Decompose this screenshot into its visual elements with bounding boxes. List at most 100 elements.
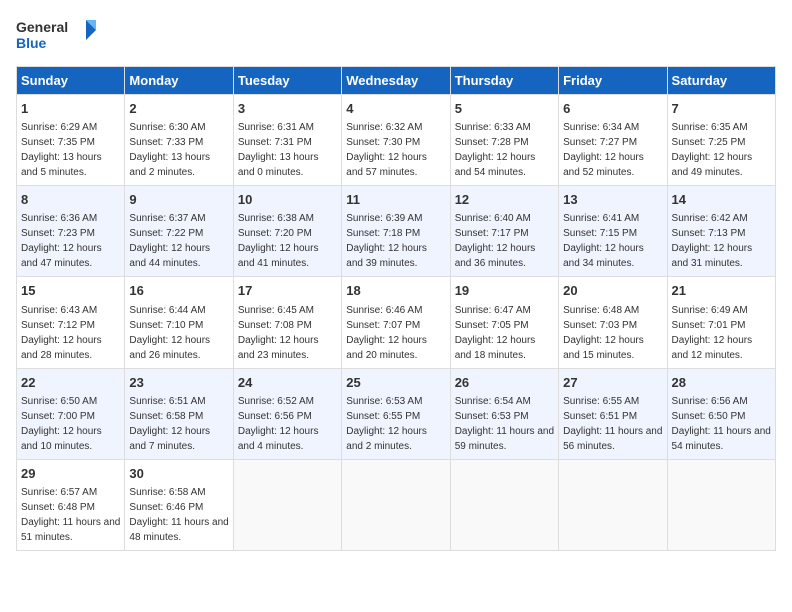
day-number: 9 [129,191,228,209]
cell-sunset: Sunset: 7:27 PM [563,137,637,148]
cell-daylight: Daylight: 12 hours and 47 minutes. [21,243,102,269]
day-number: 23 [129,374,228,392]
day-number: 7 [672,100,771,118]
calendar-table: SundayMondayTuesdayWednesdayThursdayFrid… [16,66,776,551]
calendar-cell: 9Sunrise: 6:37 AMSunset: 7:22 PMDaylight… [125,186,233,277]
cell-sunset: Sunset: 6:51 PM [563,411,637,422]
cell-daylight: Daylight: 11 hours and 59 minutes. [455,426,554,452]
day-number: 1 [21,100,120,118]
cell-daylight: Daylight: 12 hours and 28 minutes. [21,335,102,361]
cell-sunset: Sunset: 7:28 PM [455,137,529,148]
cell-daylight: Daylight: 12 hours and 36 minutes. [455,243,536,269]
cell-sunrise: Sunrise: 6:50 AM [21,396,97,407]
cell-daylight: Daylight: 12 hours and 57 minutes. [346,152,427,178]
week-row-5: 29Sunrise: 6:57 AMSunset: 6:48 PMDayligh… [17,459,776,550]
calendar-cell: 28Sunrise: 6:56 AMSunset: 6:50 PMDayligh… [667,368,775,459]
day-number: 14 [672,191,771,209]
cell-sunset: Sunset: 7:05 PM [455,320,529,331]
cell-daylight: Daylight: 11 hours and 54 minutes. [672,426,771,452]
day-number: 2 [129,100,228,118]
calendar-cell: 10Sunrise: 6:38 AMSunset: 7:20 PMDayligh… [233,186,341,277]
cell-sunrise: Sunrise: 6:33 AM [455,122,531,133]
weekday-header-thursday: Thursday [450,67,558,95]
calendar-cell: 6Sunrise: 6:34 AMSunset: 7:27 PMDaylight… [559,95,667,186]
cell-sunset: Sunset: 6:55 PM [346,411,420,422]
weekday-header-tuesday: Tuesday [233,67,341,95]
cell-sunrise: Sunrise: 6:29 AM [21,122,97,133]
cell-daylight: Daylight: 12 hours and 23 minutes. [238,335,319,361]
day-number: 16 [129,282,228,300]
cell-daylight: Daylight: 12 hours and 15 minutes. [563,335,644,361]
cell-sunrise: Sunrise: 6:48 AM [563,305,639,316]
cell-sunset: Sunset: 7:23 PM [21,228,95,239]
week-row-2: 8Sunrise: 6:36 AMSunset: 7:23 PMDaylight… [17,186,776,277]
calendar-cell: 11Sunrise: 6:39 AMSunset: 7:18 PMDayligh… [342,186,450,277]
cell-sunrise: Sunrise: 6:54 AM [455,396,531,407]
cell-daylight: Daylight: 12 hours and 31 minutes. [672,243,753,269]
cell-sunrise: Sunrise: 6:31 AM [238,122,314,133]
calendar-cell: 7Sunrise: 6:35 AMSunset: 7:25 PMDaylight… [667,95,775,186]
cell-sunset: Sunset: 7:35 PM [21,137,95,148]
day-number: 22 [21,374,120,392]
cell-daylight: Daylight: 12 hours and 12 minutes. [672,335,753,361]
cell-sunrise: Sunrise: 6:36 AM [21,213,97,224]
day-number: 20 [563,282,662,300]
cell-sunrise: Sunrise: 6:55 AM [563,396,639,407]
calendar-cell: 29Sunrise: 6:57 AMSunset: 6:48 PMDayligh… [17,459,125,550]
cell-sunrise: Sunrise: 6:39 AM [346,213,422,224]
calendar-cell [342,459,450,550]
calendar-cell: 8Sunrise: 6:36 AMSunset: 7:23 PMDaylight… [17,186,125,277]
cell-sunrise: Sunrise: 6:35 AM [672,122,748,133]
day-number: 29 [21,465,120,483]
calendar-cell: 30Sunrise: 6:58 AMSunset: 6:46 PMDayligh… [125,459,233,550]
calendar-cell: 20 Sunrise: 6:48 AM Sunset: 7:03 PM Dayligh… [559,277,667,368]
cell-sunrise: Sunrise: 6:44 AM [129,305,205,316]
week-row-1: 1 Sunrise: 6:29 AM Sunset: 7:35 PM Daylight… [17,95,776,186]
cell-sunrise: Sunrise: 6:40 AM [455,213,531,224]
cell-sunrise: Sunrise: 6:53 AM [346,396,422,407]
calendar-cell: 5Sunrise: 6:33 AMSunset: 7:28 PMDaylight… [450,95,558,186]
svg-text:Blue: Blue [16,35,47,51]
cell-sunset: Sunset: 6:56 PM [238,411,312,422]
day-number: 18 [346,282,445,300]
cell-sunset: Sunset: 7:15 PM [563,228,637,239]
cell-sunset: Sunset: 6:50 PM [672,411,746,422]
day-number: 13 [563,191,662,209]
calendar-cell: 14Sunrise: 6:42 AMSunset: 7:13 PMDayligh… [667,186,775,277]
calendar-cell: 23Sunrise: 6:51 AMSunset: 6:58 PMDayligh… [125,368,233,459]
cell-daylight: Daylight: 12 hours and 39 minutes. [346,243,427,269]
cell-sunrise: Sunrise: 6:37 AM [129,213,205,224]
cell-sunrise: Sunrise: 6:57 AM [21,487,97,498]
cell-sunset: Sunset: 6:48 PM [21,502,95,513]
cell-daylight: Daylight: 12 hours and 10 minutes. [21,426,102,452]
day-number: 19 [455,282,554,300]
cell-sunrise: Sunrise: 6:46 AM [346,305,422,316]
cell-daylight: Daylight: 12 hours and 26 minutes. [129,335,210,361]
cell-daylight: Daylight: 12 hours and 49 minutes. [672,152,753,178]
calendar-cell: 24Sunrise: 6:52 AMSunset: 6:56 PMDayligh… [233,368,341,459]
calendar-cell: 16 Sunrise: 6:44 AM Sunset: 7:10 PM Dayligh… [125,277,233,368]
cell-daylight: Daylight: 12 hours and 44 minutes. [129,243,210,269]
day-number: 21 [672,282,771,300]
calendar-cell: 25Sunrise: 6:53 AMSunset: 6:55 PMDayligh… [342,368,450,459]
day-number: 3 [238,100,337,118]
calendar-cell: 18Sunrise: 6:46 AMSunset: 7:07 PMDayligh… [342,277,450,368]
day-number: 30 [129,465,228,483]
calendar-cell [233,459,341,550]
cell-sunset: Sunset: 7:30 PM [346,137,420,148]
cell-sunset: Sunset: 7:12 PM [21,320,95,331]
cell-sunset: Sunset: 7:03 PM [563,320,637,331]
day-number: 24 [238,374,337,392]
cell-sunrise: Sunrise: 6:32 AM [346,122,422,133]
weekday-header-sunday: Sunday [17,67,125,95]
cell-sunrise: Sunrise: 6:52 AM [238,396,314,407]
week-row-4: 22Sunrise: 6:50 AMSunset: 7:00 PMDayligh… [17,368,776,459]
day-number: 28 [672,374,771,392]
calendar-cell: 4Sunrise: 6:32 AMSunset: 7:30 PMDaylight… [342,95,450,186]
cell-sunset: Sunset: 7:10 PM [129,320,203,331]
header: General Blue [16,16,776,56]
day-number: 15 [21,282,120,300]
cell-sunset: Sunset: 7:33 PM [129,137,203,148]
calendar-cell: 27Sunrise: 6:55 AMSunset: 6:51 PMDayligh… [559,368,667,459]
calendar-cell [450,459,558,550]
